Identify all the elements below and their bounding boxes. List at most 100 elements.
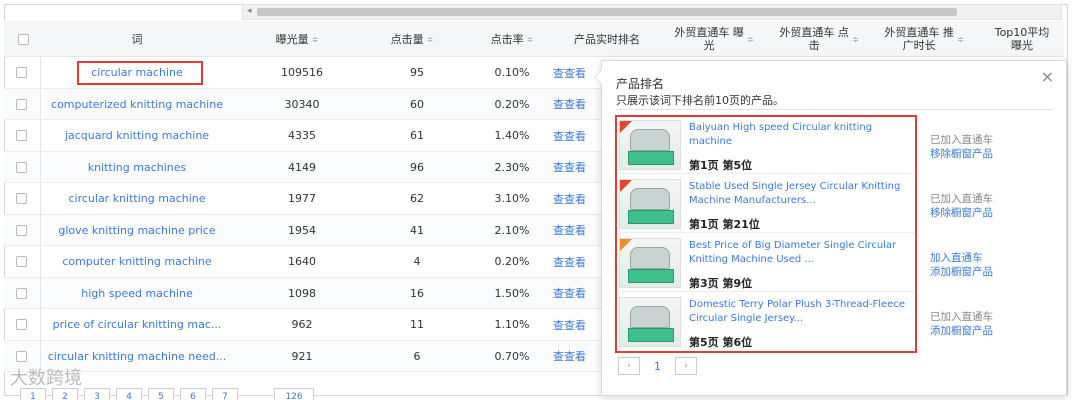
check-rank-link[interactable]: 查查看 — [553, 89, 593, 120]
keyword-link[interactable]: circular knitting machine — [42, 183, 232, 214]
scroll-left-icon[interactable]: ◂ — [247, 6, 252, 16]
clicks-value: 16 — [410, 286, 424, 300]
product-rank-popup: 产品排名 只展示该词下排名前10页的产品。 × Baiyuan High spe… — [594, 60, 1067, 396]
showcase-action-link[interactable]: 添加橱窗产品 — [930, 265, 993, 279]
impressions-value: 1977 — [288, 192, 316, 205]
impressions-value: 1640 — [288, 255, 316, 268]
row-select-cell[interactable] — [16, 152, 30, 183]
row-checkbox[interactable] — [16, 130, 27, 141]
select-all-checkbox[interactable] — [17, 33, 29, 45]
keyword-link[interactable]: price of circular knitting mac... — [42, 309, 232, 340]
page-button[interactable]: 3 — [84, 388, 110, 400]
header-clicks[interactable]: 点击量 ≑ — [362, 21, 462, 57]
row-select-cell[interactable] — [16, 89, 30, 120]
keyword-link[interactable]: high speed machine — [42, 278, 232, 309]
check-rank-link[interactable]: 查查看 — [553, 215, 593, 246]
header-top10[interactable]: Top10平均 曝光 — [982, 21, 1062, 57]
check-rank-link[interactable]: 查查看 — [553, 278, 593, 309]
check-rank-link[interactable]: 查查看 — [553, 341, 593, 372]
column-divider — [40, 57, 41, 88]
hot-tag-icon — [620, 121, 632, 133]
keyword-link[interactable]: jacquard knitting machine — [42, 120, 232, 151]
clicks-value: 96 — [410, 160, 424, 174]
row-select-cell[interactable] — [16, 215, 30, 246]
row-checkbox[interactable] — [16, 256, 27, 267]
row-checkbox[interactable] — [16, 224, 27, 236]
sort-icon[interactable]: ≑ — [852, 33, 859, 46]
clicks-value: 61 — [410, 129, 424, 142]
showcase-action-link[interactable]: 移除橱窗产品 — [930, 147, 993, 161]
check-rank-link[interactable]: 查查看 — [553, 120, 593, 151]
impressions-value: 1098 — [288, 286, 316, 300]
keyword-link[interactable]: computerized knitting machine — [42, 89, 232, 120]
page-button-last[interactable]: 126 — [274, 388, 314, 400]
next-page-button[interactable]: › — [675, 357, 697, 375]
check-rank-link[interactable]: 查查看 — [553, 183, 593, 214]
page-button[interactable]: 6 — [180, 388, 206, 400]
ctr-value: 1.40% — [494, 129, 530, 142]
showcase-action-link[interactable]: 添加橱窗产品 — [930, 324, 993, 338]
impressions-value: 4149 — [288, 160, 316, 174]
row-checkbox[interactable] — [16, 193, 27, 204]
row-checkbox[interactable] — [16, 161, 27, 173]
product-thumbnail[interactable] — [619, 120, 681, 170]
popup-divider — [616, 109, 1052, 110]
header-p4p-impressions[interactable]: 外贸直通车 曝光 ≑ — [664, 21, 764, 57]
ctr-value: 2.10% — [494, 223, 530, 237]
row-select-cell[interactable] — [16, 183, 30, 214]
row-checkbox[interactable] — [16, 287, 27, 299]
check-rank-link[interactable]: 查查看 — [553, 152, 593, 183]
product-actions: 已加入直通车 移除橱窗产品 — [930, 192, 993, 220]
row-checkbox[interactable] — [16, 67, 27, 78]
prev-page-button[interactable]: ‹ — [618, 357, 640, 375]
select-all-cell[interactable] — [4, 21, 42, 57]
popup-caret-fill — [595, 69, 603, 85]
row-checkbox[interactable] — [16, 98, 27, 110]
keyword-link[interactable]: knitting machines — [42, 152, 232, 183]
table-header: 词 曝光量 ≑ 点击量 ≑ 点击率 ≑ 产品实时排名 外贸直通车 曝光 ≑ 外贸直通车 … — [4, 21, 1064, 57]
row-select-cell[interactable] — [16, 246, 30, 277]
header-ctr[interactable]: 点击率 ≑ — [462, 21, 562, 57]
page-button[interactable]: 4 — [116, 388, 142, 400]
check-rank-link[interactable]: 查查看 — [553, 57, 593, 88]
page-button[interactable]: 7 — [212, 388, 238, 400]
scrollbar-thumb[interactable] — [257, 8, 957, 16]
add-p4p-link[interactable]: 加入直通车 — [930, 251, 993, 265]
header-p4p-time[interactable]: 外贸直通车 推广时长 ≑ — [874, 21, 974, 57]
row-select-cell[interactable] — [16, 120, 30, 151]
product-name-link[interactable]: Best Price of Big Diameter Single Circul… — [689, 239, 915, 267]
keyword-link[interactable]: computer knitting machine — [42, 246, 232, 277]
header-impressions[interactable]: 曝光量 ≑ — [232, 21, 362, 57]
sort-icon[interactable]: ≑ — [527, 33, 534, 46]
horizontal-scrollbar[interactable]: ◂ — [242, 4, 1062, 20]
product-thumbnail[interactable] — [619, 238, 681, 288]
clicks-value: 41 — [410, 223, 424, 237]
product-name-link[interactable]: Domestic Terry Polar Plush 3-Thread-Flee… — [689, 298, 915, 326]
product-thumbnail[interactable] — [619, 179, 681, 229]
machine-base-shape — [628, 151, 674, 165]
row-select-cell[interactable] — [16, 57, 30, 88]
check-rank-link[interactable]: 查查看 — [553, 246, 593, 277]
sort-icon[interactable]: ≑ — [427, 33, 434, 46]
row-select-cell[interactable] — [16, 278, 30, 309]
header-clicks-label: 点击量 — [390, 32, 424, 46]
keyword-link[interactable]: glove knitting machine price — [42, 215, 232, 246]
showcase-action-link[interactable]: 移除橱窗产品 — [930, 206, 993, 220]
sort-icon[interactable]: ≑ — [957, 33, 964, 46]
close-icon[interactable]: × — [1041, 67, 1054, 86]
product-thumbnail[interactable] — [619, 297, 681, 347]
page-button[interactable]: 5 — [148, 388, 174, 400]
header-top10-label: Top10平均 曝光 — [994, 26, 1050, 52]
row-checkbox[interactable] — [16, 350, 27, 362]
current-page[interactable]: 1 — [654, 360, 661, 373]
row-checkbox[interactable] — [16, 319, 27, 330]
machine-shape — [630, 306, 670, 328]
product-name-link[interactable]: Baiyuan High speed Circular knitting mac… — [689, 121, 915, 149]
row-select-cell[interactable] — [16, 309, 30, 340]
sort-icon[interactable]: ≑ — [747, 33, 754, 46]
header-p4p-clicks[interactable]: 外贸直通车 点击 ≑ — [769, 21, 869, 57]
p4p-status: 已加入直通车 — [930, 134, 993, 146]
product-name-link[interactable]: Stable Used Single Jersey Circular Knitt… — [689, 180, 915, 208]
sort-icon[interactable]: ≑ — [312, 33, 319, 46]
check-rank-link[interactable]: 查查看 — [553, 309, 593, 340]
